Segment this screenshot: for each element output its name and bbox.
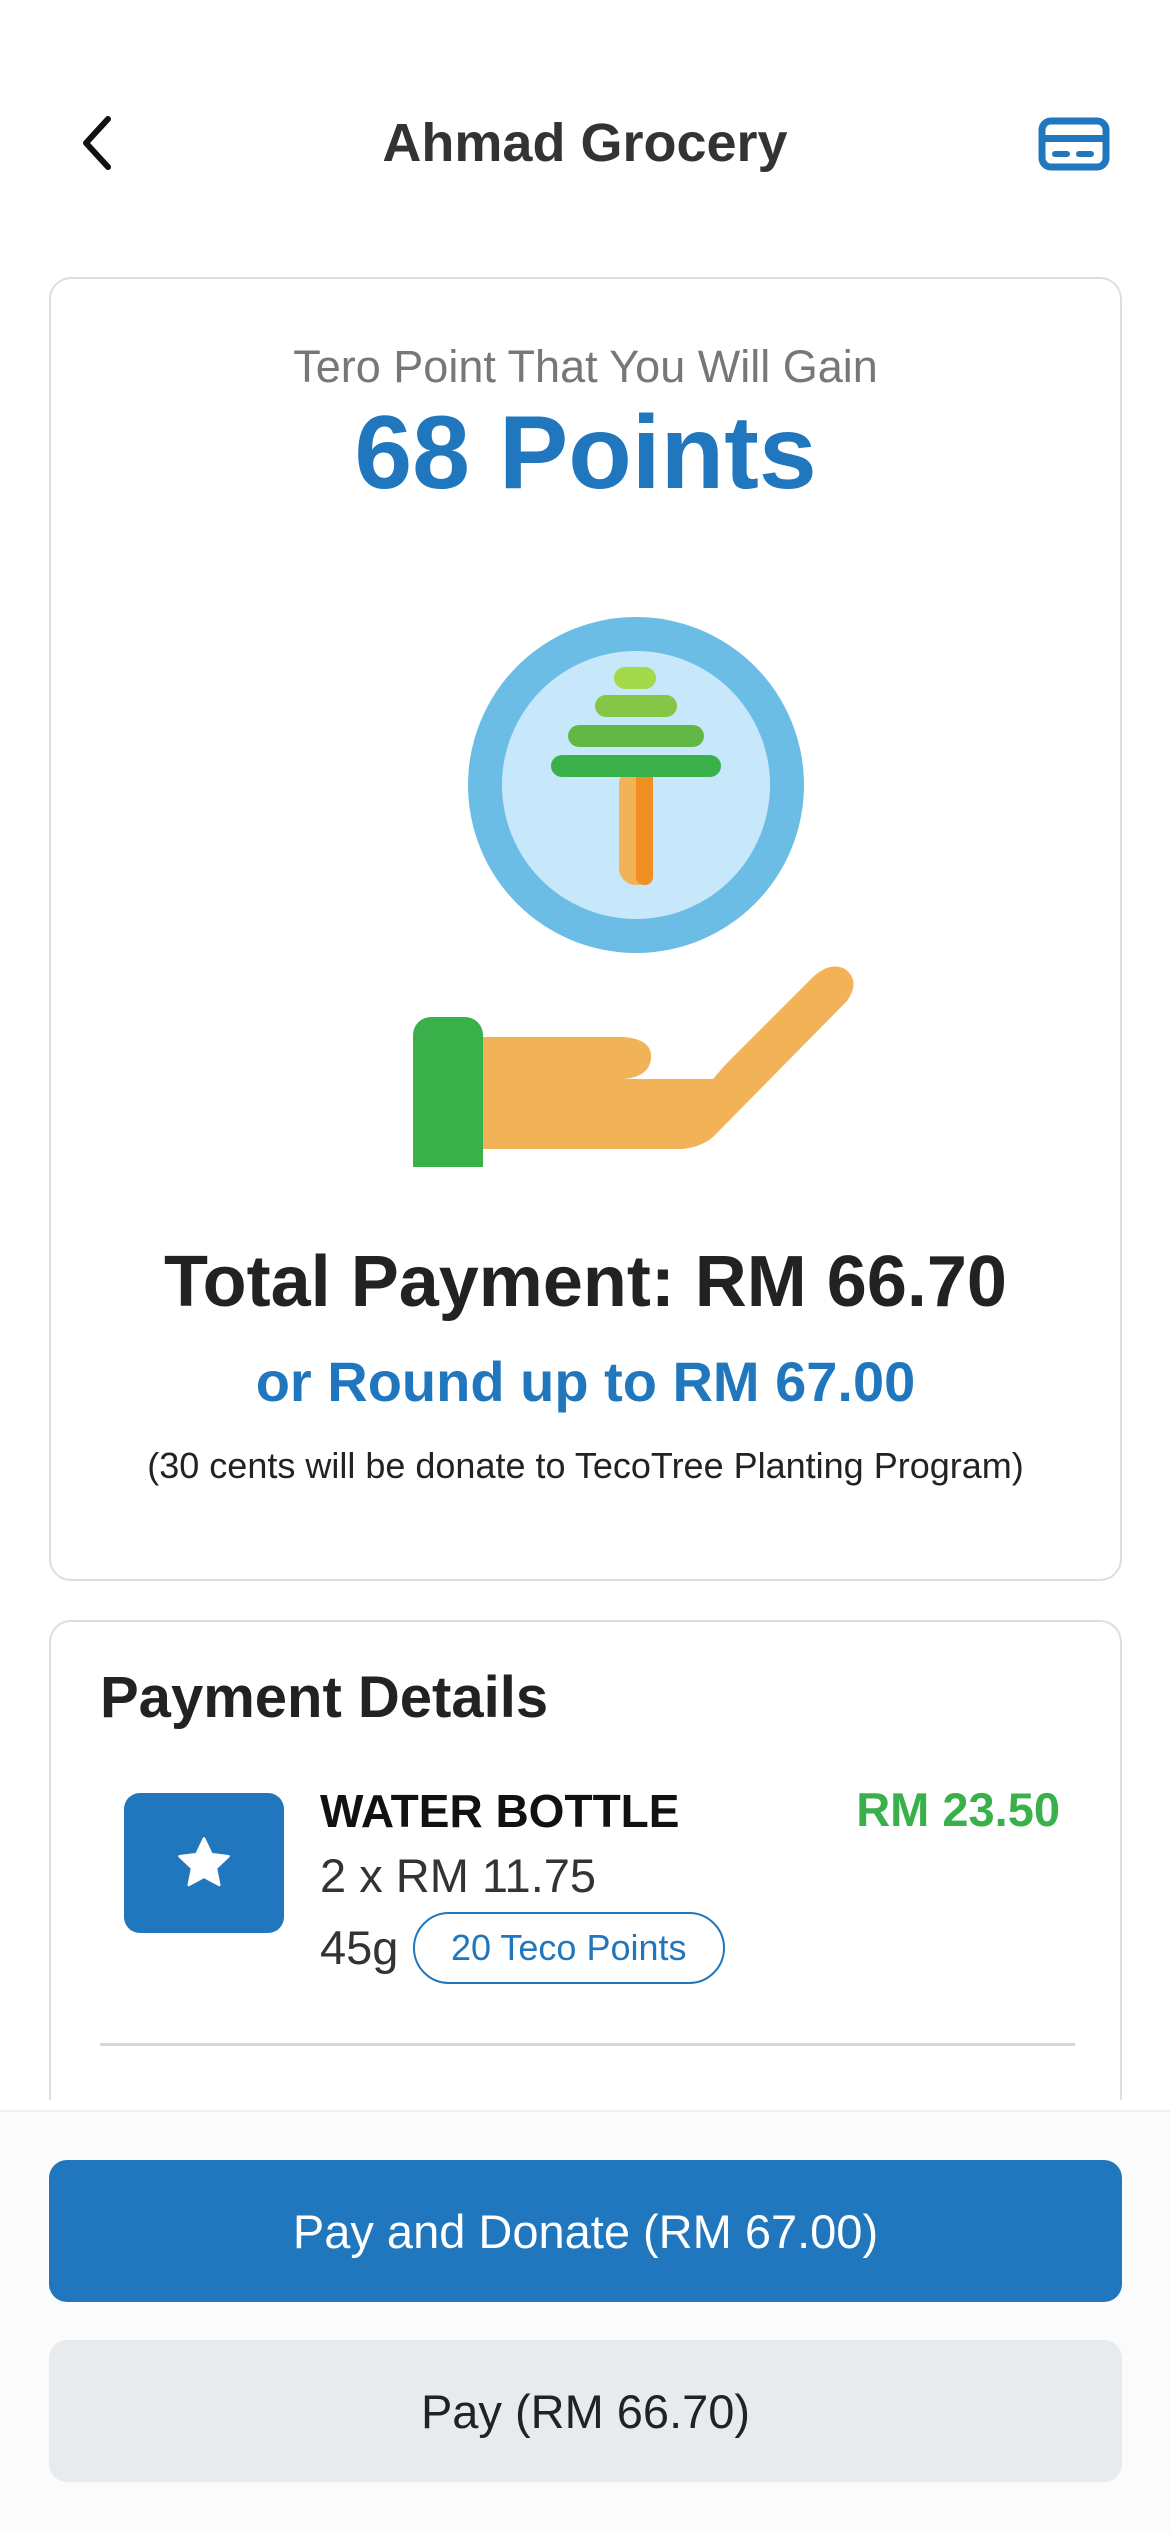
payment-details-card: Payment Details WATER BOTTLE RM 23.50 2 … xyxy=(49,1620,1122,2100)
item-price: RM 23.50 xyxy=(856,1783,1060,1836)
item-thumbnail xyxy=(124,1793,284,1933)
item-weight: 45g xyxy=(320,1921,399,1974)
item-name: WATER BOTTLE xyxy=(320,1785,680,1837)
page-title: Ahmad Grocery xyxy=(382,113,788,173)
credit-card-icon xyxy=(1038,117,1110,171)
points-value: 68 Points xyxy=(354,395,817,511)
star-icon xyxy=(178,1837,230,1887)
total-payment: Total Payment: RM 66.70 xyxy=(164,1242,1007,1322)
item-points-badge: 20 Teco Points xyxy=(413,1912,725,1984)
divider xyxy=(100,2043,1075,2046)
pay-and-donate-button[interactable]: Pay and Donate (RM 67.00) xyxy=(49,2160,1122,2302)
app-header: Ahmad Grocery xyxy=(0,0,1170,260)
roundup-text: or Round up to RM 67.00 xyxy=(255,1350,916,1413)
donation-note: (30 cents will be donate to TecoTree Pla… xyxy=(147,1445,1024,1486)
card-button[interactable] xyxy=(1036,114,1112,174)
hand-holding-tree-coin-icon xyxy=(413,617,854,1167)
pay-button[interactable]: Pay (RM 66.70) xyxy=(49,2340,1122,2482)
item-quantity: 2 x RM 11.75 xyxy=(320,1849,597,1902)
points-summary-card: Tero Point That You Will Gain 68 Points … xyxy=(49,277,1122,1581)
bottom-action-bar: Pay and Donate (RM 67.00) Pay (RM 66.70) xyxy=(0,2110,1170,2532)
payment-details-title: Payment Details xyxy=(100,1665,549,1730)
points-gain-label: Tero Point That You Will Gain xyxy=(293,341,878,392)
